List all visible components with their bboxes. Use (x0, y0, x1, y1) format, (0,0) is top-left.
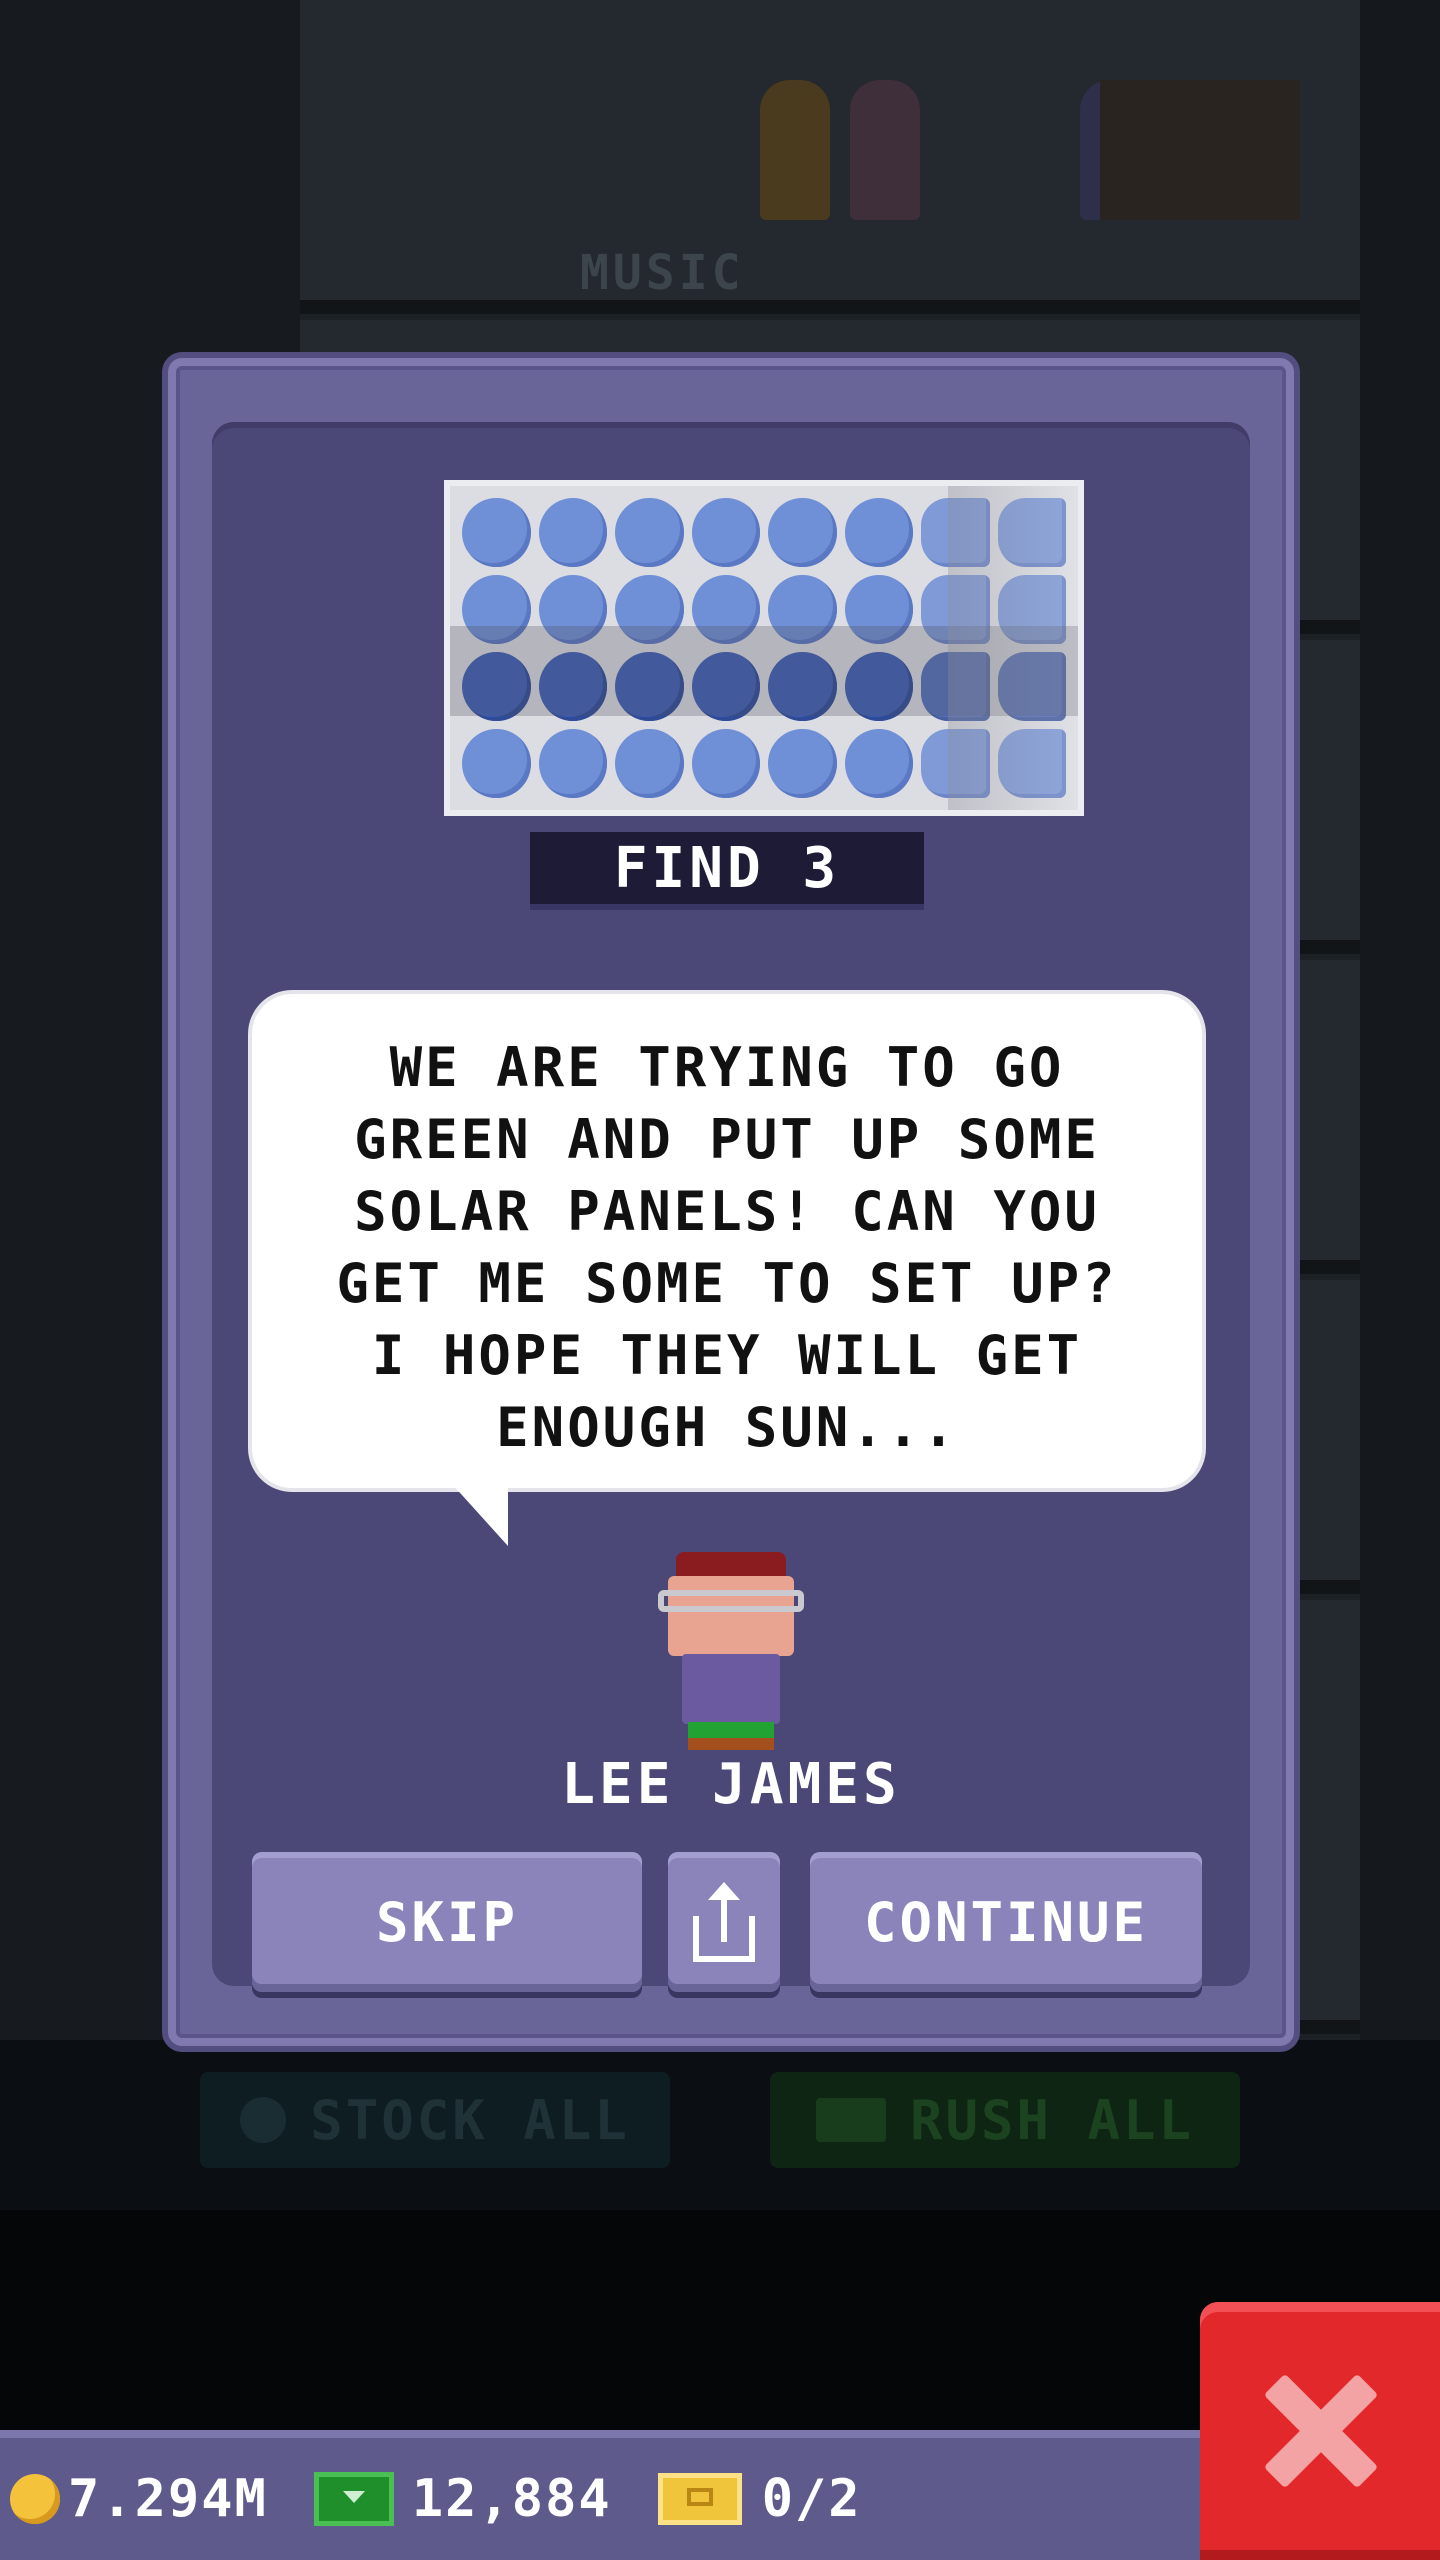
music-floor (300, 0, 1360, 314)
panel-cell (997, 652, 1066, 721)
panel-cell (844, 652, 913, 721)
panel-cell (844, 729, 913, 798)
avatar-glasses (658, 1590, 804, 1612)
golden-ticket-icon (657, 2473, 742, 2525)
currency-bar: 7.294M 12,884 0/2 (0, 2430, 1200, 2560)
panel-cell (691, 652, 760, 721)
panel-cell (921, 729, 990, 798)
coins-stat: 7.294M (0, 2469, 268, 2529)
panel-cell (691, 729, 760, 798)
find-count-label: FIND 3 (530, 832, 924, 910)
mission-dialog: FIND 3 WE ARE TRYING TO GO GREEN AND PUT… (168, 358, 1294, 2046)
avatar-body (682, 1654, 780, 1724)
game-screen: MUSIC STOCK ALL RUSH ALL FIND 3 WE ARE T… (0, 0, 1440, 2560)
panel-cell (844, 498, 913, 567)
stock-all-button: STOCK ALL (200, 2072, 670, 2168)
npc-name: LEE JAMES (561, 1752, 901, 1817)
panel-cell (997, 575, 1066, 644)
panel-cell (768, 652, 837, 721)
panel-cell (538, 498, 607, 567)
panel-cell (538, 575, 607, 644)
panel-cell (768, 729, 837, 798)
floor-name-label: MUSIC (580, 245, 745, 301)
continue-button-label: CONTINUE (863, 1890, 1149, 1954)
skip-button-label: SKIP (375, 1890, 519, 1954)
panel-cell (844, 575, 913, 644)
panel-cell (538, 652, 607, 721)
tickets-stat: 0/2 (612, 2469, 862, 2529)
share-button[interactable] (668, 1852, 780, 1992)
mission-dialog-body: FIND 3 WE ARE TRYING TO GO GREEN AND PUT… (212, 422, 1250, 1992)
speech-bubble-tail (452, 1484, 508, 1546)
tower-right-wall (1360, 0, 1440, 2040)
bux-value: 12,884 (411, 2469, 612, 2529)
bux-stat: 12,884 (268, 2469, 612, 2529)
coins-value: 7.294M (68, 2469, 268, 2529)
panel-cell (921, 498, 990, 567)
avatar-shoes (688, 1738, 774, 1750)
panel-cell (615, 652, 684, 721)
panel-cell (462, 729, 531, 798)
share-icon-arrow (708, 1882, 740, 1900)
avatar-head (668, 1576, 794, 1656)
bitizen-figure (760, 80, 830, 220)
rush-all-label: RUSH ALL (909, 2088, 1195, 2152)
panel-cell (768, 575, 837, 644)
panel-cell (538, 729, 607, 798)
solar-panel-icon (444, 480, 1084, 816)
panel-cell (615, 729, 684, 798)
panel-cell (997, 498, 1066, 567)
panel-cell (691, 498, 760, 567)
panel-cell (462, 575, 531, 644)
share-icon (693, 1882, 755, 1962)
skip-button[interactable]: SKIP (252, 1852, 642, 1992)
panel-cell (691, 575, 760, 644)
panel-cell (462, 498, 531, 567)
panel-cell (997, 729, 1066, 798)
clock-icon (240, 2097, 287, 2143)
panel-cell (615, 575, 684, 644)
furniture-shape (1100, 80, 1300, 220)
panel-cell (615, 498, 684, 567)
panel-cell (768, 498, 837, 567)
mission-dialogue-text: WE ARE TRYING TO GO GREEN AND PUT UP SOM… (336, 1036, 1118, 1459)
share-icon-stem (721, 1894, 727, 1942)
avatar-pants (688, 1722, 774, 1738)
tickets-value: 0/2 (761, 2469, 862, 2529)
panel-cell (921, 575, 990, 644)
close-button[interactable] (1200, 2302, 1440, 2560)
rush-all-button: RUSH ALL (770, 2072, 1240, 2168)
coin-icon (10, 2474, 60, 2524)
continue-button[interactable]: CONTINUE (810, 1852, 1202, 1992)
speech-bubble: WE ARE TRYING TO GO GREEN AND PUT UP SOM… (252, 994, 1202, 1488)
bitizen-avatar-icon (642, 1552, 804, 1752)
close-icon (1260, 2371, 1380, 2491)
panel-cell (921, 652, 990, 721)
bux-icon (815, 2098, 886, 2142)
stock-all-label: STOCK ALL (310, 2088, 630, 2152)
bitizen-figure (850, 80, 920, 220)
bux-icon (313, 2472, 394, 2526)
panel-cell (462, 652, 531, 721)
